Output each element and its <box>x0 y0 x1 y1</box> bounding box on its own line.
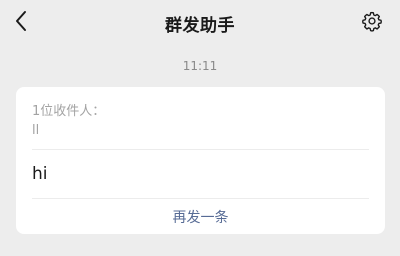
recipient-names: ll <box>32 123 40 138</box>
gear-icon <box>362 11 382 32</box>
message-timestamp: 11:11 <box>182 59 218 73</box>
recipient-count-label: 1位收件人： <box>32 104 106 119</box>
broadcast-message-card: 1位收件人： ll hi 再发一条 <box>16 87 385 234</box>
divider <box>32 149 369 150</box>
message-content: hi <box>32 164 48 184</box>
top-bar: 群发助手 <box>0 0 400 44</box>
page-title: 群发助手 <box>165 16 235 36</box>
send-another-button[interactable]: 再发一条 <box>16 199 385 234</box>
settings-button[interactable] <box>360 9 384 33</box>
